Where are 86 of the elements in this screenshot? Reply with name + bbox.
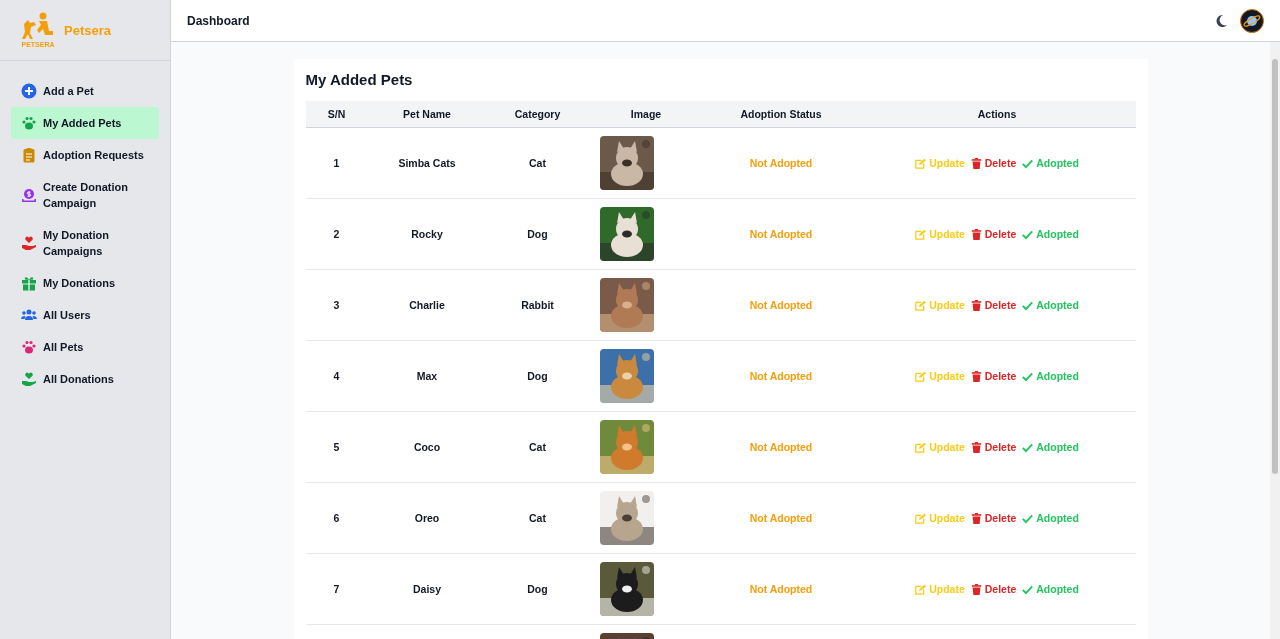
delete-button[interactable]: Delete	[970, 583, 1017, 595]
table-cell: Rabbit	[521, 299, 554, 311]
sidebar-item[interactable]: All Donations	[11, 363, 159, 395]
edit-icon	[915, 157, 927, 169]
column-header: Pet Name	[367, 101, 487, 128]
trash-icon	[970, 299, 982, 311]
check-icon	[1022, 583, 1034, 595]
status-label: Not Adopted	[749, 228, 813, 240]
scrollbar[interactable]	[1270, 42, 1280, 639]
sidebar-item[interactable]: Adoption Requests	[11, 139, 159, 171]
users-icon	[21, 307, 37, 323]
plus-icon	[21, 83, 37, 99]
table-cell: Oreo	[414, 512, 440, 524]
check-icon	[1022, 157, 1034, 169]
table-cell: Simba Cats	[398, 157, 456, 169]
delete-button[interactable]: Delete	[970, 228, 1017, 240]
delete-button[interactable]: Delete	[970, 157, 1017, 169]
edit-icon	[915, 441, 927, 453]
delete-button[interactable]: Delete	[970, 299, 1017, 311]
sidebar-item[interactable]: Add a Pet	[11, 75, 159, 107]
table-cell: Dog	[527, 583, 548, 595]
avatar-icon[interactable]	[1240, 8, 1264, 33]
table-cell: Cat	[529, 512, 546, 524]
trash-icon	[970, 512, 982, 524]
table-cell: 7	[333, 583, 340, 595]
table-cell: 6	[333, 512, 340, 524]
table-cell: Dog	[527, 228, 548, 240]
brand-name: Petsera	[64, 22, 111, 38]
edit-icon	[915, 370, 927, 382]
table-cell: 4	[333, 370, 340, 382]
paw-icon	[21, 115, 37, 131]
edit-icon	[915, 228, 927, 240]
check-icon	[1022, 228, 1034, 240]
gift-icon	[21, 275, 37, 291]
table-cell: Coco	[413, 441, 441, 453]
page-title: Dashboard	[187, 13, 251, 28]
hand-heart-icon	[21, 235, 37, 251]
check-icon	[1022, 299, 1034, 311]
status-label: Not Adopted	[749, 370, 813, 382]
edit-icon	[915, 512, 927, 524]
status-label: Not Adopted	[749, 441, 813, 453]
column-header: Adoption Status	[703, 101, 859, 128]
table-cell: 3	[333, 299, 340, 311]
trash-icon	[970, 441, 982, 453]
table-cell: Cat	[529, 441, 546, 453]
table-cell: 5	[333, 441, 340, 453]
table-cell: Rocky	[411, 228, 443, 240]
trash-icon	[970, 583, 982, 595]
card-title: My Added Pets	[305, 70, 414, 90]
sidebar-item[interactable]: All Pets	[11, 331, 159, 363]
sidebar-item[interactable]: All Users	[11, 299, 159, 331]
sidebar-item[interactable]: My Donation Campaigns	[11, 219, 159, 267]
status-label: Not Adopted	[749, 512, 813, 524]
status-label: Not Adopted	[749, 299, 813, 311]
table-cell: 2	[333, 228, 340, 240]
table-cell: Max	[416, 370, 438, 382]
hand-heart-icon	[21, 371, 37, 387]
delete-button[interactable]: Delete	[970, 370, 1017, 382]
table-cell: Cat	[529, 157, 546, 169]
status-label: Not Adopted	[749, 157, 813, 169]
delete-button[interactable]: Delete	[970, 512, 1017, 524]
table-cell: Dog	[527, 370, 548, 382]
column-header: Category	[486, 101, 589, 128]
trash-icon	[970, 370, 982, 382]
sidebar-item[interactable]: Create Donation Campaign	[11, 171, 159, 219]
edit-icon	[915, 583, 927, 595]
donation-icon	[21, 187, 37, 203]
delete-button[interactable]: Delete	[970, 441, 1017, 453]
edit-icon	[915, 299, 927, 311]
column-header: S/N	[305, 101, 368, 128]
moon-icon[interactable]	[1214, 13, 1228, 28]
paw-icon	[21, 339, 37, 355]
table-cell: 1	[333, 157, 340, 169]
column-header: Actions	[858, 101, 1136, 128]
check-icon	[1022, 370, 1034, 382]
check-icon	[1022, 441, 1034, 453]
trash-icon	[970, 228, 982, 240]
trash-icon	[970, 157, 982, 169]
status-label: Not Adopted	[749, 583, 813, 595]
table-cell: Charlie	[409, 299, 445, 311]
sidebar-item[interactable]: My Added Pets	[11, 107, 159, 139]
check-icon	[1022, 512, 1034, 524]
clipboard-icon	[21, 147, 37, 163]
sidebar-item[interactable]: My Donations	[11, 267, 159, 299]
column-header: Image	[588, 101, 704, 128]
table-cell: Daisy	[413, 583, 441, 595]
